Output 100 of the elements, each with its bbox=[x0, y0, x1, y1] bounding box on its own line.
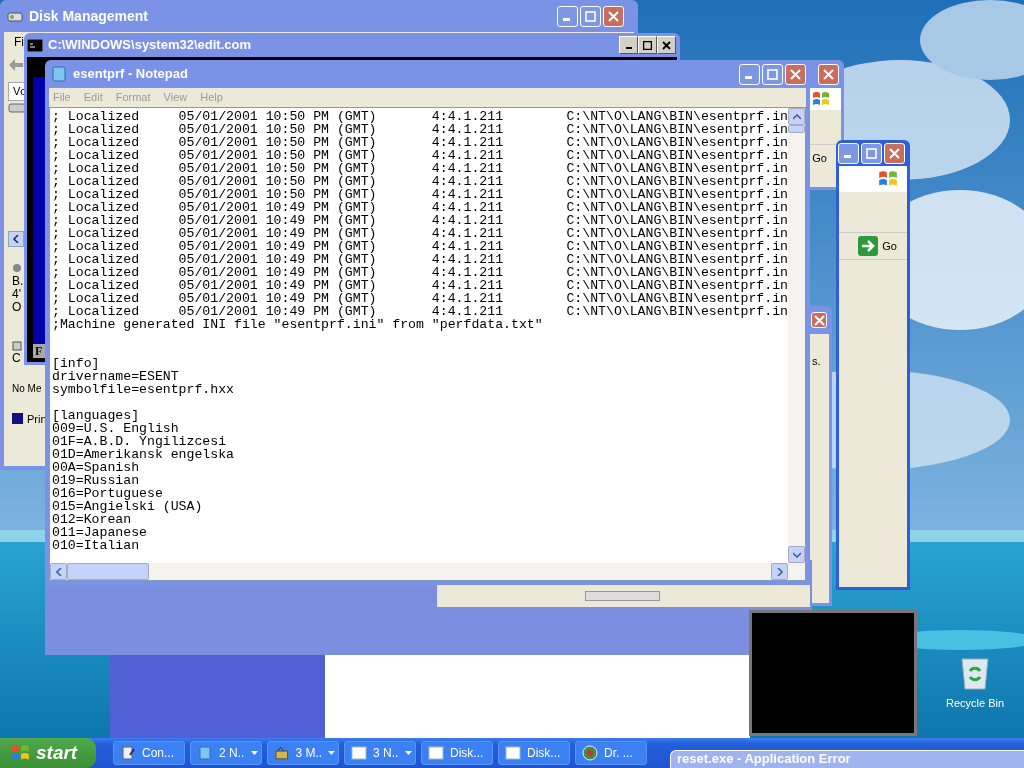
notepad-icon bbox=[197, 745, 213, 761]
text-line: ; Localized 05/01/2001 10:50 PM (GMT) 4:4.1.211 C:\NT\O\LANG\BIN\esentprf.in bbox=[52, 175, 788, 188]
taskbar-button[interactable]: Con... bbox=[113, 741, 185, 765]
taskbar-button[interactable]: 3 M.. bbox=[267, 741, 339, 765]
menu-item[interactable]: View bbox=[163, 89, 188, 106]
text-line: ; Localized 05/01/2001 10:49 PM (GMT) 4:4.1.211 C:\NT\O\LANG\BIN\esentprf.in bbox=[52, 279, 788, 292]
close-icon bbox=[813, 314, 825, 326]
text-line: ; Localized 05/01/2001 10:50 PM (GMT) 4:4.1.211 C:\NT\O\LANG\BIN\esentprf.in bbox=[52, 188, 788, 201]
dropdown-caret-icon bbox=[251, 751, 258, 755]
text-line: 009=U.S. English bbox=[52, 422, 179, 435]
scroll-up-button[interactable] bbox=[788, 108, 805, 125]
scroll-thumb[interactable] bbox=[585, 591, 660, 601]
menu-item[interactable]: Edit bbox=[83, 89, 103, 106]
text-line: drivername=ESENT bbox=[52, 370, 180, 383]
scroll-thumb[interactable] bbox=[67, 563, 149, 580]
window-title: C:\WINDOWS\system32\edit.com bbox=[48, 36, 251, 55]
text-line: ; Localized 05/01/2001 10:50 PM (GMT) 4:4.1.211 C:\NT\O\LANG\BIN\esentprf.in bbox=[52, 149, 788, 162]
go-button[interactable]: Go bbox=[882, 237, 897, 255]
text-line: [languages] bbox=[52, 409, 140, 422]
text-line: ; Localized 05/01/2001 10:50 PM (GMT) 4:4.1.211 C:\NT\O\LANG\BIN\esentprf.in bbox=[52, 123, 788, 136]
text-line: 012=Korean bbox=[52, 513, 132, 526]
taskbar-button[interactable]: Disk... bbox=[421, 741, 493, 765]
window-icon bbox=[428, 746, 444, 760]
cd-drive-icon bbox=[12, 339, 22, 352]
text-line: ; Localized 05/01/2001 10:50 PM (GMT) 4:4.1.211 C:\NT\O\LANG\BIN\esentprf.in bbox=[52, 136, 788, 149]
scroll-down-button[interactable] bbox=[788, 546, 805, 563]
maximize-icon bbox=[767, 68, 778, 80]
toolbox-icon bbox=[274, 745, 290, 761]
disk-label: B. bbox=[12, 274, 24, 288]
go-button[interactable]: Go bbox=[812, 150, 827, 167]
start-button[interactable]: start bbox=[0, 738, 96, 768]
text-line: 015=Angielski (USA) bbox=[52, 500, 204, 513]
go-arrow-icon[interactable] bbox=[858, 236, 879, 256]
close-icon bbox=[608, 10, 619, 22]
scroll-thumb[interactable] bbox=[788, 125, 805, 133]
text-line: ; Localized 05/01/2001 10:49 PM (GMT) 4:4.1.211 C:\NT\O\LANG\BIN\esentprf.in bbox=[52, 227, 788, 240]
text-line: ; Localized 05/01/2001 10:49 PM (GMT) 4:4.1.211 C:\NT\O\LANG\BIN\esentprf.in bbox=[52, 266, 788, 279]
text-line: 016=Portuguese bbox=[52, 487, 164, 500]
window-title: Disk Management bbox=[29, 6, 149, 26]
minimize-button[interactable] bbox=[619, 36, 638, 54]
close-icon bbox=[889, 147, 900, 159]
dropdown-caret-icon bbox=[328, 751, 335, 755]
minimize-icon bbox=[744, 76, 752, 79]
taskbar-button[interactable]: Dr. ... bbox=[575, 741, 647, 765]
document-icon bbox=[120, 745, 136, 761]
text-line: ; Localized 05/01/2001 10:49 PM (GMT) 4:4.1.211 C:\NT\O\LANG\BIN\esentprf.in bbox=[52, 305, 788, 318]
console-icon bbox=[27, 38, 43, 52]
disk-label: 4' bbox=[12, 287, 21, 301]
text-line: ; Localized 05/01/2001 10:49 PM (GMT) 4:4.1.211 C:\NT\O\LANG\BIN\esentprf.in bbox=[52, 214, 788, 227]
back-arrow-icon[interactable] bbox=[8, 58, 24, 72]
close-icon bbox=[662, 40, 671, 50]
scroll-left-button[interactable] bbox=[8, 230, 24, 247]
drive-icon bbox=[8, 102, 26, 113]
text-line: ;Machine generated INI file "esentprf.ini" from "perfdata.txt" bbox=[52, 318, 544, 331]
recycle-bin-icon[interactable] bbox=[959, 655, 991, 691]
close-icon bbox=[790, 68, 801, 80]
maximize-icon bbox=[585, 10, 596, 22]
text-line: 019=Russian bbox=[52, 474, 141, 487]
disk-label: C bbox=[12, 351, 21, 365]
text-line: 00A=Spanish bbox=[52, 461, 141, 474]
close-button[interactable] bbox=[657, 36, 676, 54]
menu-item[interactable]: Help bbox=[200, 89, 223, 106]
scroll-right-button[interactable] bbox=[771, 563, 788, 580]
dropdown-caret-icon bbox=[405, 751, 412, 755]
taskbar-button[interactable]: 2 N.. bbox=[190, 741, 262, 765]
notepad-icon bbox=[51, 66, 67, 82]
desktop-icon-label[interactable]: Recycle Bin bbox=[945, 695, 1005, 712]
window-icon bbox=[505, 746, 521, 760]
window-icon bbox=[351, 746, 367, 760]
text-line: ; Localized 05/01/2001 10:49 PM (GMT) 4:4.1.211 C:\NT\O\LANG\BIN\esentprf.in bbox=[52, 292, 788, 305]
text-line: 01F=A.B.D. Yngilizcesi bbox=[52, 435, 228, 448]
text-line: 011=Japanese bbox=[52, 526, 148, 539]
text-line: ; Localized 05/01/2001 10:50 PM (GMT) 4:4.1.211 C:\NT\O\LANG\BIN\esentprf.in bbox=[52, 110, 788, 123]
text-line: [info] bbox=[52, 357, 100, 370]
text-line: 010=Italian bbox=[52, 539, 140, 552]
text-line: 01D=Amerikansk engelska bbox=[52, 448, 236, 461]
window-title: esentprf - Notepad bbox=[73, 65, 188, 84]
legend-swatch bbox=[12, 413, 23, 425]
close-icon bbox=[823, 68, 834, 80]
taskbar-button[interactable]: 3 N.. bbox=[344, 741, 416, 765]
menu-item[interactable]: Fi bbox=[14, 33, 24, 51]
text-line: ; Localized 05/01/2001 10:49 PM (GMT) 4:4.1.211 C:\NT\O\LANG\BIN\esentprf.in bbox=[52, 240, 788, 253]
menu-item[interactable]: File bbox=[53, 89, 71, 106]
status-text: No Me bbox=[12, 382, 42, 394]
disk-label: O bbox=[12, 300, 22, 314]
maximize-button[interactable] bbox=[638, 36, 657, 54]
maximize-icon bbox=[866, 147, 877, 159]
minimize-icon bbox=[562, 18, 570, 21]
text-line: ; Localized 05/01/2001 10:50 PM (GMT) 4:4.1.211 C:\NT\O\LANG\BIN\esentprf.in bbox=[52, 162, 788, 175]
dialog-text: s. bbox=[812, 355, 821, 367]
console-text: F bbox=[35, 343, 43, 360]
window-title: reset.exe - Application Error bbox=[677, 751, 851, 767]
minimize-icon bbox=[843, 155, 851, 158]
taskbar-button[interactable]: Disk... bbox=[498, 741, 570, 765]
minimize-icon bbox=[625, 47, 632, 49]
text-line: ; Localized 05/01/2001 10:49 PM (GMT) 4:4.1.211 C:\NT\O\LANG\BIN\esentprf.in bbox=[52, 201, 788, 214]
menu-item[interactable]: Format bbox=[115, 89, 151, 106]
globe-icon bbox=[582, 745, 598, 761]
text-line: symbolfile=esentprf.hxx bbox=[52, 383, 236, 396]
text-line: ; Localized 05/01/2001 10:49 PM (GMT) 4:4.1.211 C:\NT\O\LANG\BIN\esentprf.in bbox=[52, 253, 788, 266]
